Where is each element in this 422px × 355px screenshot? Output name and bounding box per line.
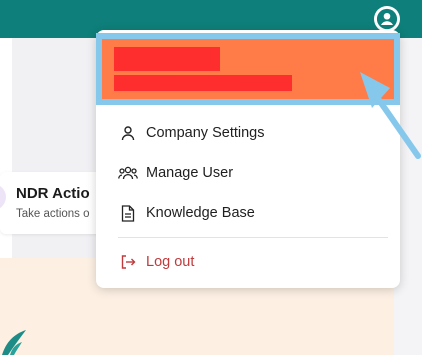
menu-item-company-settings[interactable]: Company Settings [118, 119, 388, 147]
logout-label: Log out [146, 254, 195, 270]
manage-user-label: Manage User [146, 165, 234, 181]
users-icon [118, 163, 138, 183]
card-title: NDR Actio [16, 185, 90, 202]
user-email-redacted: qa.tester@example.com [114, 75, 292, 91]
pointer-arrow-annotation [360, 72, 421, 159]
menu-divider [118, 237, 388, 238]
leaf-illustration [2, 330, 26, 355]
logout-icon [118, 252, 138, 272]
user-circle-icon [376, 8, 398, 30]
document-icon [118, 203, 138, 223]
user-name-redacted: QA Tester [114, 47, 220, 71]
menu-item-logout[interactable]: Log out [118, 248, 388, 276]
account-menu-button[interactable] [374, 6, 400, 32]
knowledge-base-label: Knowledge Base [146, 205, 255, 221]
company-settings-label: Company Settings [146, 125, 265, 141]
menu-item-manage-user[interactable]: Manage User [118, 159, 388, 187]
card-icon-circle [0, 184, 6, 210]
card-subtitle: Take actions o [16, 208, 90, 220]
menu-item-knowledge-base[interactable]: Knowledge Base [118, 199, 388, 227]
person-icon [118, 123, 138, 143]
